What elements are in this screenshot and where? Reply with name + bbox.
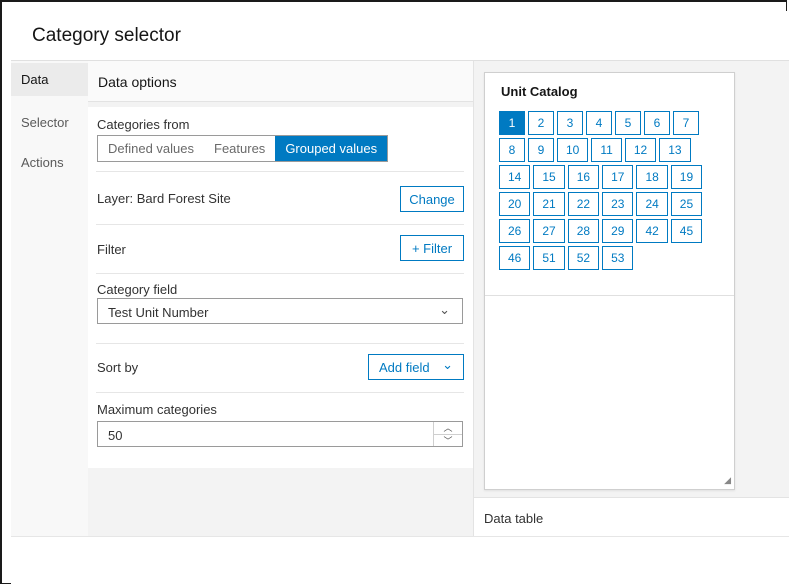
category-chip[interactable]: 25 [670,192,703,216]
category-chip[interactable]: 13 [659,138,691,162]
category-chip[interactable]: 46 [499,246,531,270]
panel-header: Data options [88,61,473,102]
categories-from-segmented-control: Defined values Features Grouped values [97,135,389,162]
category-chip[interactable]: 26 [499,219,531,243]
segment-features[interactable]: Features [204,136,275,161]
category-chip[interactable]: 7 [673,111,699,135]
category-chip[interactable]: 17 [602,165,634,189]
category-chip[interactable]: 5 [615,111,641,135]
filter-label: Filter [97,242,126,257]
category-chip[interactable]: 16 [567,165,600,189]
category-grid-row: 8 9 10 11 12 13 [499,138,725,162]
category-chip[interactable]: 28 [567,219,600,243]
category-selector-preview-card: Unit Catalog 1 2 3 4 5 6 7 8 9 10 11 12 13 14 15 16 17 18… [484,72,735,490]
category-chip[interactable]: 19 [670,165,703,189]
max-categories-label: Maximum categories [97,402,217,417]
category-grid-row: 46 51 52 53 [499,246,725,270]
category-chip[interactable]: 4 [586,111,612,135]
left-tab-bar: Data Selector Actions [11,61,89,536]
category-grid-row: 26 27 28 29 42 45 [499,219,725,243]
category-grid: 1 2 3 4 5 6 7 8 9 10 11 12 13 14 15 16 17 18 19 20 21 22 23 24 2… [499,111,725,273]
app-header: Category selector [11,11,789,61]
category-chip[interactable]: 6 [644,111,670,135]
category-grid-row: 20 21 22 23 24 25 [499,192,725,216]
chevron-up-icon[interactable]: ︿ [434,422,462,434]
segment-defined-values[interactable]: Defined values [98,136,204,161]
max-categories-row: Maximum categories 50 ︿ ﹀ [96,392,464,468]
category-grid-row: 14 15 16 17 18 19 [499,165,725,189]
sort-by-label: Sort by [97,360,139,375]
change-layer-button[interactable]: Change [400,186,464,212]
category-chip[interactable]: 12 [624,138,657,162]
categories-from-row: Categories from Defined values Features … [96,107,464,172]
category-chip[interactable]: 18 [636,165,668,189]
category-chip[interactable]: 8 [499,138,525,162]
card-divider [485,295,734,296]
category-chip[interactable]: 24 [636,192,668,216]
category-field-select[interactable]: Test Unit Number ⌄ [97,298,463,324]
category-chip[interactable]: 45 [670,219,703,243]
panel-title: Data options [98,74,177,90]
category-chip[interactable]: 29 [602,219,634,243]
category-chip[interactable]: 3 [557,111,583,135]
category-chip[interactable]: 9 [528,138,554,162]
data-options-panel: Data options Categories from Defined val… [88,61,474,536]
bottom-strip [11,536,789,585]
max-categories-value: 50 [108,428,123,443]
add-field-button[interactable]: Add field ⌄ [368,354,464,380]
category-chip[interactable]: 53 [602,246,634,270]
category-chip[interactable]: 23 [602,192,634,216]
category-chip[interactable]: 10 [557,138,589,162]
chevron-down-icon: ⌄ [439,302,450,317]
data-table-bar[interactable]: Data table [474,497,789,537]
category-chip[interactable]: 51 [533,246,565,270]
number-spinner: ︿ ﹀ [433,422,462,446]
category-chip[interactable]: 22 [567,192,600,216]
max-categories-input[interactable]: 50 ︿ ﹀ [97,421,463,447]
category-chip[interactable]: 42 [636,219,668,243]
chevron-down-icon[interactable]: ﹀ [434,434,462,447]
tab-actions[interactable]: Actions [11,146,88,179]
category-chip[interactable]: 1 [499,111,525,135]
resize-grip-icon[interactable]: ◢ [724,475,731,486]
segment-grouped-values[interactable]: Grouped values [275,136,388,161]
category-chip[interactable]: 2 [528,111,554,135]
category-chip[interactable]: 11 [591,138,622,162]
tab-selector-label: Selector [21,115,69,130]
panel-body: Categories from Defined values Features … [88,107,473,468]
category-chip[interactable]: 52 [567,246,600,270]
tab-selector[interactable]: Selector [11,106,88,139]
category-grid-row: 1234567 [499,111,725,135]
preview-title: Unit Catalog [501,84,578,99]
layer-label: Layer: Bard Forest Site [97,191,231,206]
app-title: Category selector [32,25,181,46]
category-chip[interactable]: 21 [533,192,565,216]
category-chip[interactable]: 20 [499,192,531,216]
filter-row: Filter + Filter [96,224,464,274]
category-chip[interactable]: 15 [533,165,565,189]
layer-row: Layer: Bard Forest Site Change [96,171,464,225]
category-chip[interactable]: 14 [499,165,531,189]
data-table-label: Data table [484,511,544,526]
tab-actions-label: Actions [21,155,64,170]
category-field-row: Category field Test Unit Number ⌄ [96,273,464,344]
tab-data-label: Data [21,72,49,87]
category-field-label: Category field [97,282,178,297]
category-field-value: Test Unit Number [108,305,209,320]
sort-by-row: Sort by Add field ⌄ [96,343,464,393]
categories-from-label: Categories from [97,117,190,132]
add-field-label: Add field [379,360,430,375]
tab-data[interactable]: Data [11,63,88,96]
category-chip[interactable]: 27 [533,219,565,243]
add-filter-button[interactable]: + Filter [400,235,464,261]
chevron-down-icon: ⌄ [442,357,453,372]
